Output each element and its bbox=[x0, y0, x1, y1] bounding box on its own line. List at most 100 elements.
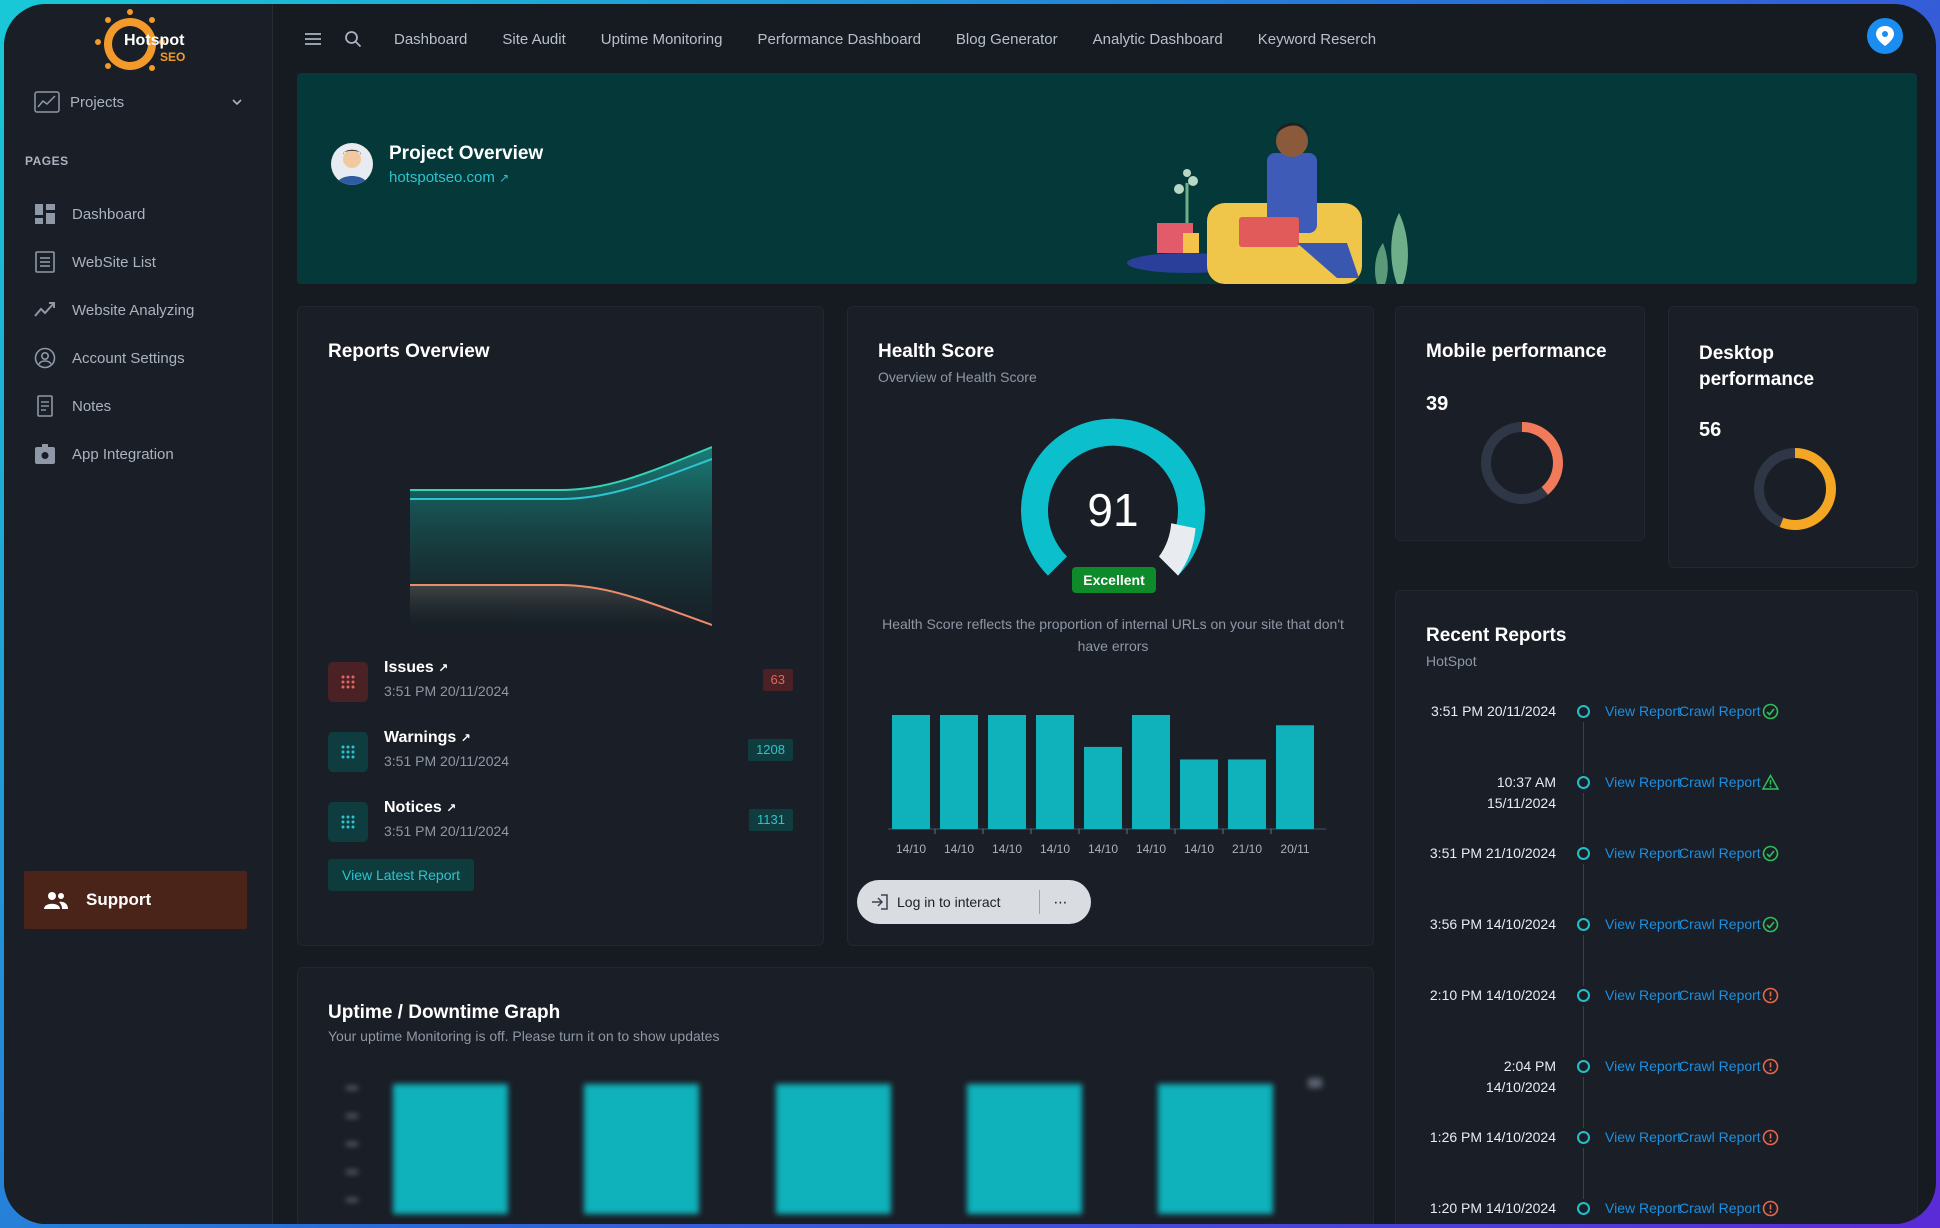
sidebar-item-label: Account Settings bbox=[72, 349, 185, 367]
view-report-link[interactable]: View Report bbox=[1605, 1058, 1681, 1074]
topnav-analytic-dashboard[interactable]: Analytic Dashboard bbox=[1093, 31, 1223, 48]
top-bar: Dashboard Site Audit Uptime Monitoring P… bbox=[304, 24, 1376, 54]
reports-overview-title: Reports Overview bbox=[328, 341, 490, 362]
sidebar-item-account-settings[interactable]: Account Settings bbox=[34, 334, 254, 382]
support-label: Support bbox=[86, 890, 152, 909]
pill-divider bbox=[1038, 890, 1040, 914]
x-tick-label: 20/11 bbox=[1280, 842, 1309, 856]
report-time: 1:26 PM 14/10/2024 bbox=[1429, 1129, 1556, 1145]
view-report-link[interactable]: View Report bbox=[1605, 916, 1681, 932]
uptime-subtitle: Your uptime Monitoring is off. Please tu… bbox=[328, 1028, 720, 1044]
notices-time: 3:51 PM 20/11/2024 bbox=[384, 823, 510, 839]
chart-bar[interactable] bbox=[1228, 759, 1266, 829]
timeline-line bbox=[1583, 1148, 1584, 1199]
notices-item: Notices ↗ 3:51 PM 20/11/2024 1131 bbox=[328, 799, 793, 845]
notices-link[interactable]: Notices ↗ bbox=[384, 799, 456, 817]
timeline-line bbox=[1583, 1077, 1584, 1128]
recent-report-row: 1:26 PM 14/10/2024 View Report Crawl Repor… bbox=[1396, 1127, 1896, 1199]
login-icon bbox=[872, 894, 888, 910]
topnav-dashboard[interactable]: Dashboard bbox=[394, 31, 467, 48]
view-report-link[interactable]: View Report bbox=[1605, 845, 1681, 861]
project-link[interactable]: hotspotseo.com ↗ bbox=[389, 169, 509, 186]
topnav-blog-generator[interactable]: Blog Generator bbox=[956, 31, 1058, 48]
chart-bar[interactable] bbox=[892, 715, 930, 829]
chart-bar[interactable] bbox=[988, 715, 1026, 829]
issues-time: 3:51 PM 20/11/2024 bbox=[384, 683, 510, 699]
chart-bar[interactable] bbox=[940, 715, 978, 829]
mobile-performance-card: Mobile performance 39 bbox=[1395, 306, 1645, 541]
projects-dropdown[interactable]: Projects bbox=[34, 88, 244, 116]
crawl-report-link[interactable]: Crawl Report bbox=[1679, 1129, 1761, 1145]
recent-reports-list: 3:51 PM 20/11/2024 View Report Crawl Repor… bbox=[1396, 701, 1919, 1224]
sidebar-item-website-analyzing[interactable]: Website Analyzing bbox=[34, 286, 254, 334]
crawl-report-link[interactable]: Crawl Report bbox=[1679, 1200, 1761, 1216]
uptime-card: Uptime / Downtime Graph Your uptime Moni… bbox=[297, 967, 1374, 1224]
chart-bar[interactable] bbox=[1036, 715, 1074, 829]
external-link-icon: ↗ bbox=[499, 171, 510, 185]
topnav-keyword-research[interactable]: Keyword Reserch bbox=[1258, 31, 1376, 48]
view-report-link[interactable]: View Report bbox=[1605, 1200, 1681, 1216]
logo-subtext: SEO bbox=[160, 50, 186, 64]
alert-circle-icon bbox=[1762, 1058, 1779, 1075]
sidebar-item-app-integration[interactable]: App Integration bbox=[34, 430, 254, 478]
chart-bar[interactable] bbox=[1084, 746, 1122, 829]
crawl-report-link[interactable]: Crawl Report bbox=[1679, 916, 1761, 932]
sidebar-item-notes[interactable]: Notes bbox=[34, 382, 254, 430]
crawl-report-link[interactable]: Crawl Report bbox=[1679, 1058, 1761, 1074]
timeline-dot bbox=[1577, 918, 1590, 931]
view-report-link[interactable]: View Report bbox=[1605, 1129, 1681, 1145]
chart-bar[interactable] bbox=[1180, 759, 1218, 829]
crawl-report-link[interactable]: Crawl Report bbox=[1679, 774, 1761, 790]
topnav-site-audit[interactable]: Site Audit bbox=[502, 31, 565, 48]
project-banner: Project Overview hotspotseo.com ↗ bbox=[297, 73, 1917, 284]
issues-link[interactable]: Issues ↗ bbox=[384, 659, 448, 677]
support-button[interactable]: Support bbox=[24, 871, 247, 929]
login-to-interact-button[interactable]: Log in to interact ⋯ bbox=[857, 880, 1091, 924]
issues-item: Issues ↗ 3:51 PM 20/11/2024 63 bbox=[328, 659, 793, 705]
grid-icon bbox=[328, 732, 368, 772]
alert-circle-icon bbox=[1762, 1129, 1779, 1146]
desktop-performance-card: Desktop performance 56 bbox=[1668, 306, 1918, 568]
search-icon[interactable] bbox=[344, 30, 362, 48]
notices-label: Notices bbox=[384, 799, 442, 816]
x-tick-label: 14/10 bbox=[944, 842, 974, 856]
topnav-uptime-monitoring[interactable]: Uptime Monitoring bbox=[601, 31, 723, 48]
menu-icon[interactable] bbox=[304, 30, 322, 48]
chart-bar[interactable] bbox=[1132, 715, 1170, 829]
crawl-report-link[interactable]: Crawl Report bbox=[1679, 703, 1761, 719]
timeline-dot bbox=[1577, 1131, 1590, 1144]
pin-icon bbox=[1876, 26, 1894, 46]
crawl-report-link[interactable]: Crawl Report bbox=[1679, 987, 1761, 1003]
view-report-link[interactable]: View Report bbox=[1605, 774, 1681, 790]
x-tick-label: 14/10 bbox=[1184, 842, 1214, 856]
timeline-dot bbox=[1577, 847, 1590, 860]
user-circle-icon bbox=[34, 347, 56, 369]
warning-triangle-icon bbox=[1761, 773, 1780, 791]
timeline-line bbox=[1583, 864, 1584, 915]
warnings-link[interactable]: Warnings ↗ bbox=[384, 729, 471, 747]
topnav-performance-dashboard[interactable]: Performance Dashboard bbox=[758, 31, 921, 48]
sidebar-item-website-list[interactable]: WebSite List bbox=[34, 238, 254, 286]
chart-bar[interactable] bbox=[1276, 725, 1314, 829]
person-avatar-icon bbox=[337, 149, 367, 185]
view-report-link[interactable]: View Report bbox=[1605, 987, 1681, 1003]
recent-reports-title: Recent Reports bbox=[1426, 625, 1567, 646]
trend-icon bbox=[34, 302, 55, 317]
sidebar-item-dashboard[interactable]: Dashboard bbox=[34, 190, 254, 238]
external-link-icon: ↗ bbox=[460, 731, 471, 745]
timeline-dot bbox=[1577, 1202, 1590, 1215]
sidebar: Hotspot SEO Projects PAGES Dashboard Web… bbox=[4, 4, 273, 1224]
crawl-report-link[interactable]: Crawl Report bbox=[1679, 845, 1761, 861]
project-avatar bbox=[331, 143, 373, 185]
issues-label: Issues bbox=[384, 659, 434, 676]
health-score-value: 91 bbox=[1087, 484, 1139, 536]
user-avatar[interactable] bbox=[1867, 18, 1903, 54]
view-report-link[interactable]: View Report bbox=[1605, 703, 1681, 719]
warnings-label: Warnings bbox=[384, 729, 457, 746]
warnings-time: 3:51 PM 20/11/2024 bbox=[384, 753, 510, 769]
more-options-icon[interactable]: ⋯ bbox=[1054, 894, 1068, 911]
warnings-count-badge: 1208 bbox=[748, 739, 793, 761]
hotspot-logo[interactable]: Hotspot SEO bbox=[90, 6, 192, 76]
timeline-dot bbox=[1577, 1060, 1590, 1073]
view-latest-report-button[interactable]: View Latest Report bbox=[328, 859, 475, 891]
